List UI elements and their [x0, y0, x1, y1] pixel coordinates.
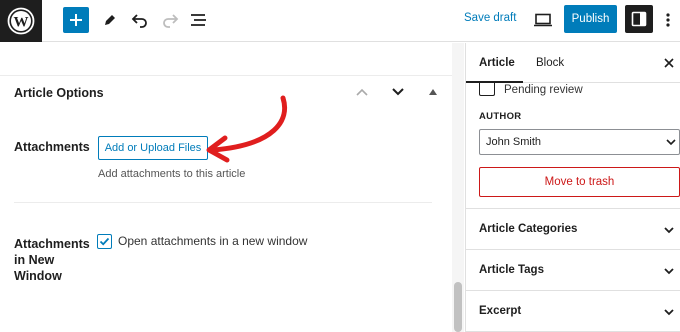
settings-sidebar: Article Block Pending review AUTHOR John…: [466, 43, 680, 332]
chevron-down-icon[interactable]: [663, 306, 675, 318]
tab-block[interactable]: Block: [536, 57, 564, 69]
new-window-label-line: Attachments: [14, 237, 90, 251]
toggle-panel-icon[interactable]: [427, 86, 439, 98]
editor-scrollbar-thumb[interactable]: [454, 282, 462, 332]
list-view-icon: [191, 14, 206, 26]
publish-button[interactable]: Publish: [564, 5, 617, 33]
chevron-down-icon: [666, 139, 676, 146]
move-to-trash-button[interactable]: Move to trash: [479, 167, 680, 197]
new-window-label: Attachments in New Window: [14, 236, 94, 284]
close-icon[interactable]: [662, 56, 676, 70]
checkmark-icon: [99, 237, 110, 246]
attachments-label: Attachments: [14, 140, 90, 154]
redo-icon: [163, 14, 179, 28]
wordpress-logo-icon[interactable]: W: [0, 0, 42, 42]
plus-icon: [70, 14, 82, 26]
author-select[interactable]: John Smith: [479, 129, 680, 155]
annotation-arrow-icon: [206, 95, 287, 163]
top-toolbar: W Save draft Publish: [0, 0, 680, 42]
chevron-down-icon[interactable]: [663, 224, 675, 236]
tools-button[interactable]: [100, 6, 120, 34]
panel-excerpt[interactable]: Excerpt: [479, 305, 521, 317]
options-menu-button[interactable]: [661, 6, 675, 34]
author-label: AUTHOR: [479, 111, 522, 122]
author-select-value: John Smith: [486, 136, 542, 148]
pending-review-label[interactable]: Pending review: [504, 84, 583, 96]
new-window-label-line: Window: [14, 269, 62, 283]
preview-button[interactable]: [532, 6, 554, 34]
divider: [466, 290, 680, 291]
article-options-title: Article Options: [14, 86, 104, 100]
new-window-label-line: in New: [14, 253, 55, 267]
add-or-upload-files-button[interactable]: Add or Upload Files: [98, 136, 208, 160]
divider: [14, 202, 432, 203]
panel-article-tags[interactable]: Article Tags: [479, 264, 544, 276]
divider: [0, 75, 452, 76]
save-draft-button[interactable]: Save draft: [464, 12, 516, 24]
add-block-button[interactable]: [63, 7, 89, 33]
redo-button[interactable]: [159, 6, 181, 34]
undo-button[interactable]: [129, 6, 151, 34]
open-in-new-window-label[interactable]: Open attachments in a new window: [118, 234, 307, 248]
desktop-preview-icon: [534, 13, 552, 27]
svg-text:W: W: [14, 15, 29, 31]
list-view-button[interactable]: [187, 6, 211, 34]
collapse-chevron-icon[interactable]: [390, 84, 406, 100]
divider: [466, 208, 680, 209]
chevron-down-icon[interactable]: [663, 265, 675, 277]
undo-icon: [131, 14, 147, 28]
sidebar-tabs: Article Block: [466, 43, 680, 83]
vertical-ellipsis-icon: [666, 13, 670, 27]
open-in-new-window-checkbox[interactable]: [97, 234, 112, 249]
pencil-icon: [105, 15, 115, 25]
divider: [466, 249, 680, 250]
panel-article-categories[interactable]: Article Categories: [479, 223, 577, 235]
move-up-icon[interactable]: [354, 84, 370, 100]
sidebar-toggle-icon: [631, 11, 647, 27]
pending-review-checkbox[interactable]: [479, 82, 495, 96]
settings-button[interactable]: [625, 5, 653, 33]
tab-article[interactable]: Article: [479, 57, 515, 69]
